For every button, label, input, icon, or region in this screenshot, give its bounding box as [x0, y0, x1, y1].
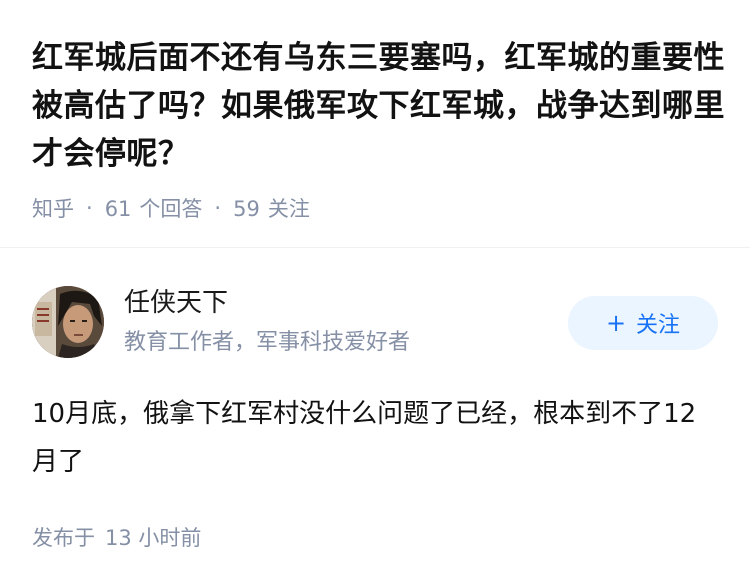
answers-count: 61	[104, 197, 132, 221]
followers-label: 关注	[267, 197, 310, 221]
author-name[interactable]: 任侠天下	[124, 286, 228, 320]
question-header: 红军城后面不还有乌东三要塞吗，红军城的重要性被高估了吗？如果俄军攻下红军城，战争…	[32, 34, 732, 222]
answer-text: 10月底，俄拿下红军村没什么问题了已经，根本到不了12月了	[32, 399, 697, 477]
section-divider	[0, 247, 750, 248]
posted-label: 发布于	[32, 526, 95, 550]
separator-dot: ·	[86, 196, 93, 220]
avatar-portrait-icon	[32, 286, 104, 358]
followers-count-group[interactable]: 59 关注	[233, 193, 310, 223]
author-card: 任侠天下 教育工作者，军事科技爱好者 + 关注	[32, 284, 718, 364]
answer-timestamp: 发布于 13 小时前	[32, 522, 201, 552]
answers-count-group[interactable]: 61 个回答	[105, 193, 203, 223]
plus-icon: +	[605, 309, 627, 337]
source-label[interactable]: 知乎	[32, 193, 74, 223]
followers-count: 59	[233, 197, 260, 221]
follow-button-label: 关注	[636, 313, 681, 338]
answers-label: 个回答	[139, 197, 203, 221]
question-meta: 知乎 · 61 个回答 · 59 关注	[32, 194, 732, 222]
posted-time: 13 小时前	[105, 526, 202, 550]
separator-dot: ·	[214, 196, 222, 220]
question-title[interactable]: 红军城后面不还有乌东三要塞吗，红军城的重要性被高估了吗？如果俄军攻下红军城，战争…	[32, 34, 732, 178]
answer-content[interactable]: 10月底，俄拿下红军村没什么问题了已经，根本到不了12月了	[32, 390, 722, 486]
follow-button[interactable]: + 关注	[568, 296, 718, 350]
author-bio: 教育工作者，军事科技爱好者	[124, 330, 411, 355]
avatar[interactable]	[32, 286, 104, 358]
